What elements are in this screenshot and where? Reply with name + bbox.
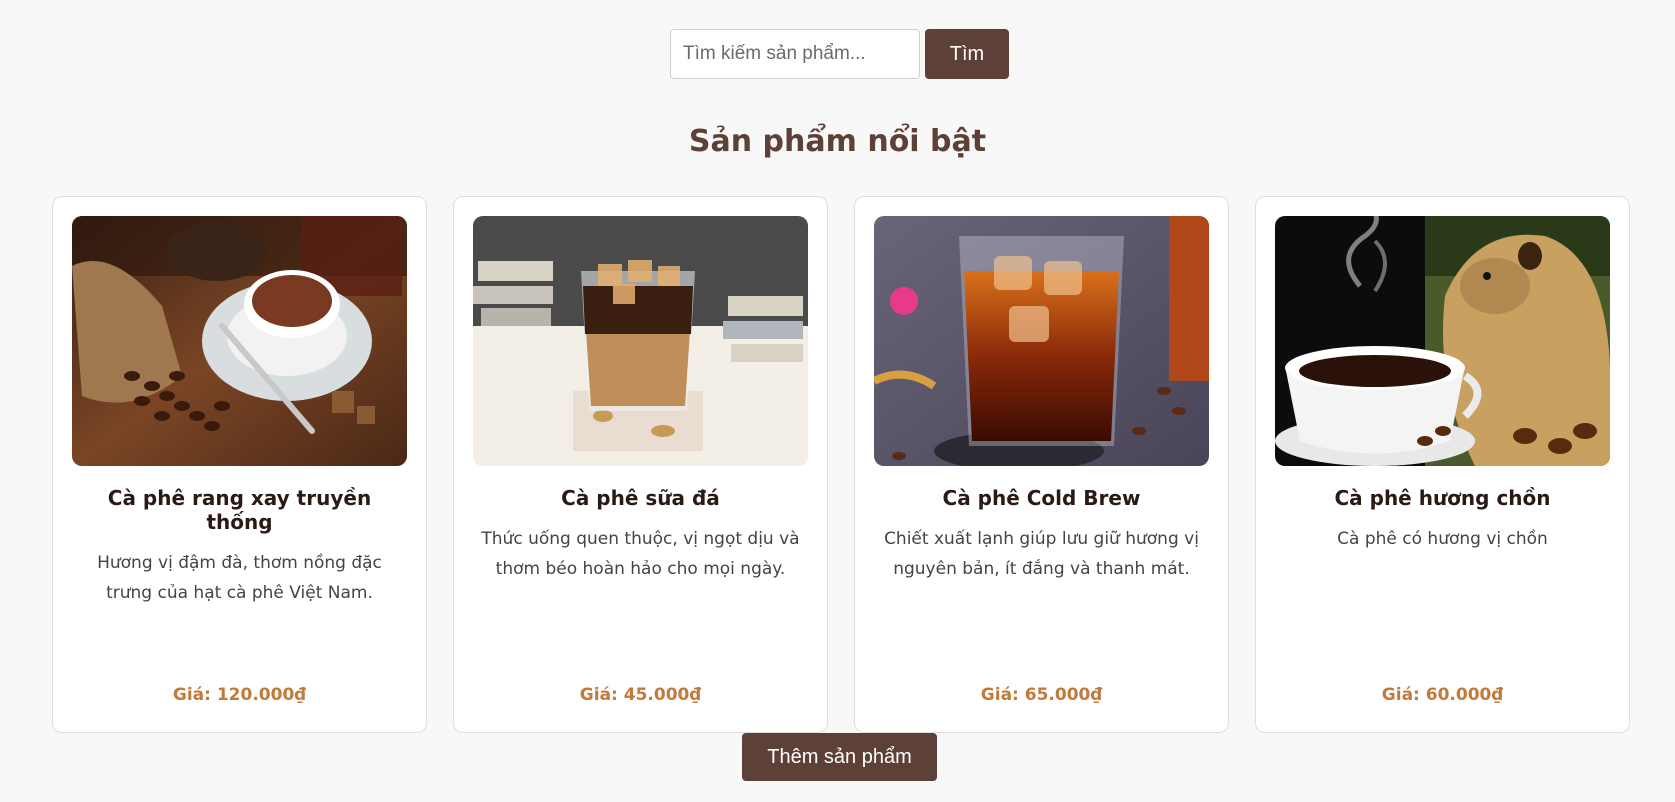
iced-milk-coffee-image	[473, 216, 808, 466]
product-card[interactable]: Cà phê sữa đá Thức uống quen thuộc, vị n…	[453, 196, 828, 733]
product-name: Cà phê sữa đá	[561, 486, 720, 510]
cold-brew-image	[874, 216, 1209, 466]
product-description: Thức uống quen thuộc, vị ngọt dịu và thơ…	[481, 529, 800, 579]
product-description: Chiết xuất lạnh giúp lưu giữ hương vị ng…	[884, 529, 1199, 579]
products-grid: Cà phê rang xay truyền thống Hương vị đậ…	[52, 196, 1630, 733]
traditional-coffee-image	[72, 216, 407, 466]
search-bar: Tìm	[670, 29, 1009, 79]
product-description: Cà phê có hương vị chồn	[1337, 529, 1548, 549]
product-card[interactable]: Cà phê Cold Brew Chiết xuất lạnh giúp lư…	[854, 196, 1229, 733]
traditional-coffee-photo	[72, 216, 407, 466]
product-price: Giá: 120.000₫	[172, 685, 307, 705]
weasel-coffee-image	[1275, 216, 1610, 466]
iced-milk-coffee-photo	[473, 216, 808, 466]
product-price: Giá: 45.000₫	[579, 685, 702, 705]
product-description: Hương vị đậm đà, thơm nồng đặc trưng của…	[97, 553, 382, 603]
product-card[interactable]: Cà phê rang xay truyền thống Hương vị đậ…	[52, 196, 427, 733]
search-input[interactable]	[670, 29, 920, 79]
page: Tìm Sản phẩm nổi bật	[0, 0, 1675, 802]
section-title: Sản phẩm nổi bật	[688, 124, 987, 159]
product-price: Giá: 60.000₫	[1381, 685, 1504, 705]
product-card[interactable]: Cà phê hương chồn Cà phê có hương vị chồ…	[1255, 196, 1630, 733]
cold-brew-photo	[874, 216, 1209, 466]
product-name: Cà phê rang xay truyền thống	[107, 486, 372, 534]
product-price: Giá: 65.000₫	[980, 685, 1103, 705]
search-button[interactable]: Tìm	[925, 29, 1009, 79]
add-product-button[interactable]: Thêm sản phẩm	[742, 733, 937, 781]
weasel-coffee-photo	[1275, 216, 1610, 466]
product-name: Cà phê hương chồn	[1334, 486, 1551, 510]
product-name: Cà phê Cold Brew	[942, 486, 1141, 510]
